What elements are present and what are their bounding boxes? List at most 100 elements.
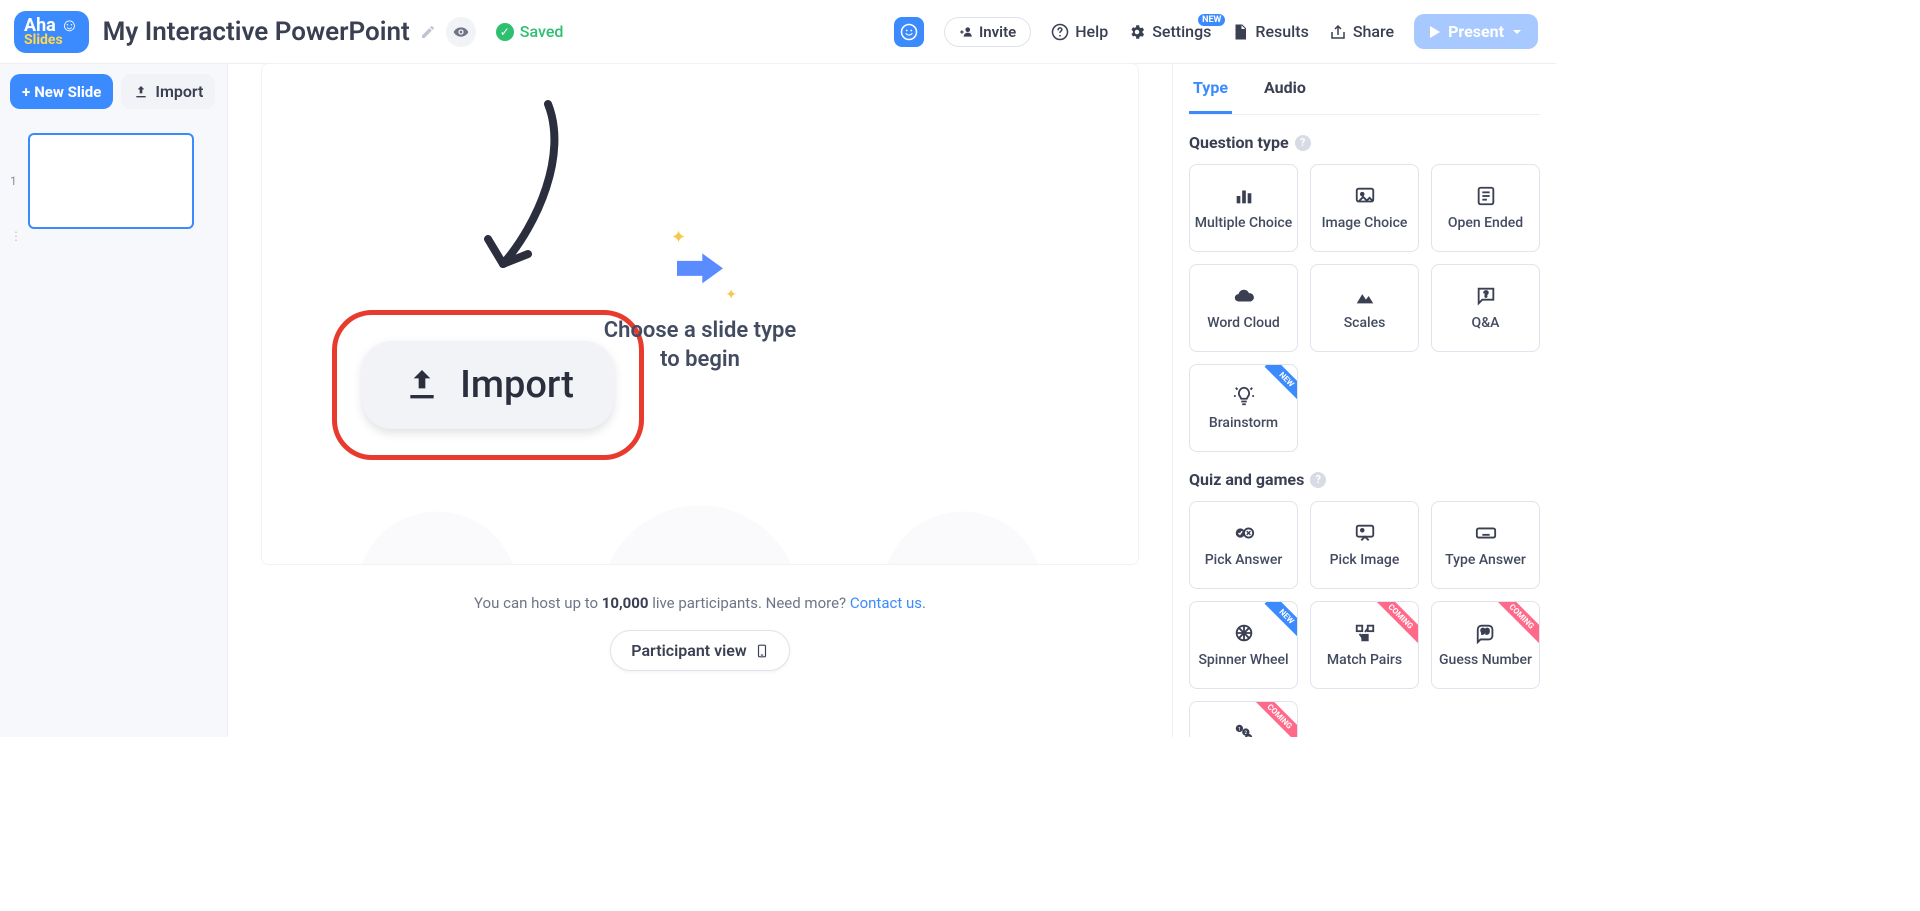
body: + New Slide Import 1 ⋮ ✦ ✦ xyxy=(0,64,1556,737)
import-button[interactable]: Import xyxy=(121,74,215,109)
nav-right: Invite Help Settings NEW Results Share P… xyxy=(894,14,1538,49)
participants-notice: You can host up to 10,000 live participa… xyxy=(474,594,926,612)
panel-tabs: Type Audio xyxy=(1189,64,1540,115)
svg-text:1: 1 xyxy=(1238,726,1241,732)
logo-line2: Slides xyxy=(24,33,63,47)
type-panel: Type Audio Question type ? Multiple Choi… xyxy=(1172,64,1556,737)
user-plus-icon xyxy=(959,25,973,39)
tile-type-answer[interactable]: Type Answer xyxy=(1431,501,1540,589)
tile-label: Multiple Choice xyxy=(1195,215,1292,231)
arrow-illustration: ✦ ✦ xyxy=(677,253,723,283)
svg-text:3: 3 xyxy=(1247,735,1250,737)
tile-label: Pick Image xyxy=(1330,552,1400,568)
tile-word-cloud[interactable]: Word Cloud xyxy=(1189,264,1298,352)
share-label: Share xyxy=(1353,22,1394,41)
contact-us-link[interactable]: Contact us xyxy=(850,594,922,612)
logo[interactable]: Aha ☺ Slides xyxy=(14,11,89,53)
placeholder-title: Choose a slide type to begin xyxy=(604,317,796,374)
tile-image-choice[interactable]: Image Choice xyxy=(1310,164,1419,252)
help-icon xyxy=(1051,23,1069,41)
help-tooltip-icon[interactable]: ? xyxy=(1310,472,1326,488)
tab-type[interactable]: Type xyxy=(1189,64,1232,114)
pencil-icon[interactable] xyxy=(420,24,436,40)
tile-label: Spinner Wheel xyxy=(1198,652,1288,668)
section-quiz-games: Quiz and games ? xyxy=(1189,470,1540,489)
tile-label: Scales xyxy=(1344,315,1386,331)
ribbon-new: NEW xyxy=(1253,602,1297,646)
play-icon xyxy=(1430,26,1440,38)
invite-label: Invite xyxy=(979,23,1016,41)
tile-label: Guess Number xyxy=(1439,652,1532,668)
annotation-import-label: Import xyxy=(460,363,574,407)
new-badge: NEW xyxy=(1198,14,1225,26)
tile-label: Brainstorm xyxy=(1209,415,1278,431)
tile-match-pairs[interactable]: COMING Match Pairs xyxy=(1310,601,1419,689)
participant-view-label: Participant view xyxy=(631,641,746,660)
tile-label: Match Pairs xyxy=(1327,652,1402,668)
invite-button[interactable]: Invite xyxy=(944,17,1031,47)
tile-q&a[interactable]: ? Q&A xyxy=(1431,264,1540,352)
phone-icon xyxy=(755,642,769,660)
tile-label: Word Cloud xyxy=(1207,315,1280,331)
slide-thumbnail[interactable] xyxy=(28,133,194,229)
annotation-highlight: Import xyxy=(332,310,644,460)
tile-spinner-wheel[interactable]: NEW Spinner Wheel xyxy=(1189,601,1298,689)
tile-correct-order[interactable]: COMING123Correct Order xyxy=(1189,701,1298,737)
help-label: Help xyxy=(1075,22,1108,41)
chevron-down-icon xyxy=(1512,27,1522,37)
annotation-import-button: Import xyxy=(362,341,614,429)
tile-multiple-choice[interactable]: Multiple Choice xyxy=(1189,164,1298,252)
tile-scales[interactable]: Scales xyxy=(1310,264,1419,352)
tile-label: Image Choice xyxy=(1322,215,1408,231)
sidebar-buttons: + New Slide Import xyxy=(10,74,217,109)
presentation-title[interactable]: My Interactive PowerPoint xyxy=(103,17,410,47)
reaction-button[interactable] xyxy=(894,17,924,47)
settings-button[interactable]: Settings NEW xyxy=(1128,22,1211,41)
note-icon xyxy=(1472,185,1500,207)
cloud-icon xyxy=(1230,285,1258,307)
tile-open-ended[interactable]: Open Ended xyxy=(1431,164,1540,252)
canvas: ✦ ✦ Choose a slide type to begin You can… xyxy=(228,64,1172,737)
svg-text:?: ? xyxy=(1483,290,1487,300)
image-chat-icon xyxy=(1351,522,1379,544)
present-button[interactable]: Present xyxy=(1414,14,1538,49)
svg-text:99: 99 xyxy=(1480,627,1488,636)
tile-pick-image[interactable]: Pick Image xyxy=(1310,501,1419,589)
saved-label: Saved xyxy=(520,22,564,41)
section-question-type: Question type ? xyxy=(1189,133,1540,152)
check-circle-icon: ✓ xyxy=(496,23,514,41)
ribbon-coming: COMING xyxy=(1374,602,1418,646)
plus-icon: + xyxy=(22,83,30,101)
new-slide-button[interactable]: + New Slide xyxy=(10,74,113,109)
participant-view-button[interactable]: Participant view xyxy=(610,630,789,671)
gear-icon xyxy=(1128,23,1146,41)
slide-thumb-menu-icon[interactable]: ⋮ xyxy=(10,229,217,243)
qa-icon: ? xyxy=(1472,285,1500,307)
quiz-games-grid: Pick Answer Pick Image Type Answer NEW Spinn… xyxy=(1189,501,1540,737)
eye-icon[interactable] xyxy=(446,17,476,47)
tile-guess-number[interactable]: COMING 99 Guess Number xyxy=(1431,601,1540,689)
sparkle-icon: ✦ xyxy=(671,227,686,248)
help-button[interactable]: Help xyxy=(1051,22,1108,41)
tile-brainstorm[interactable]: NEWBrainstorm xyxy=(1189,364,1298,452)
slide-placeholder: ✦ ✦ Choose a slide type to begin xyxy=(604,253,796,374)
upload-icon xyxy=(402,365,442,405)
image-icon xyxy=(1351,185,1379,207)
tile-pick-answer[interactable]: Pick Answer xyxy=(1189,501,1298,589)
results-label: Results xyxy=(1255,22,1308,41)
bar-chart-icon xyxy=(1230,185,1258,207)
slide-thumb-row: 1 xyxy=(10,133,217,229)
results-button[interactable]: Results xyxy=(1231,22,1308,41)
ribbon-coming: COMING xyxy=(1495,602,1539,646)
slide-number: 1 xyxy=(10,174,20,188)
saved-indicator: ✓ Saved xyxy=(496,22,564,41)
tile-label: Q&A xyxy=(1472,315,1500,331)
keyboard-icon xyxy=(1472,522,1500,544)
import-label: Import xyxy=(155,82,203,101)
arrow-right-icon xyxy=(677,253,723,283)
share-button[interactable]: Share xyxy=(1329,22,1394,41)
help-tooltip-icon[interactable]: ? xyxy=(1295,135,1311,151)
tab-audio[interactable]: Audio xyxy=(1260,64,1310,114)
check-x-icon xyxy=(1230,522,1258,544)
tile-label: Open Ended xyxy=(1448,215,1523,231)
